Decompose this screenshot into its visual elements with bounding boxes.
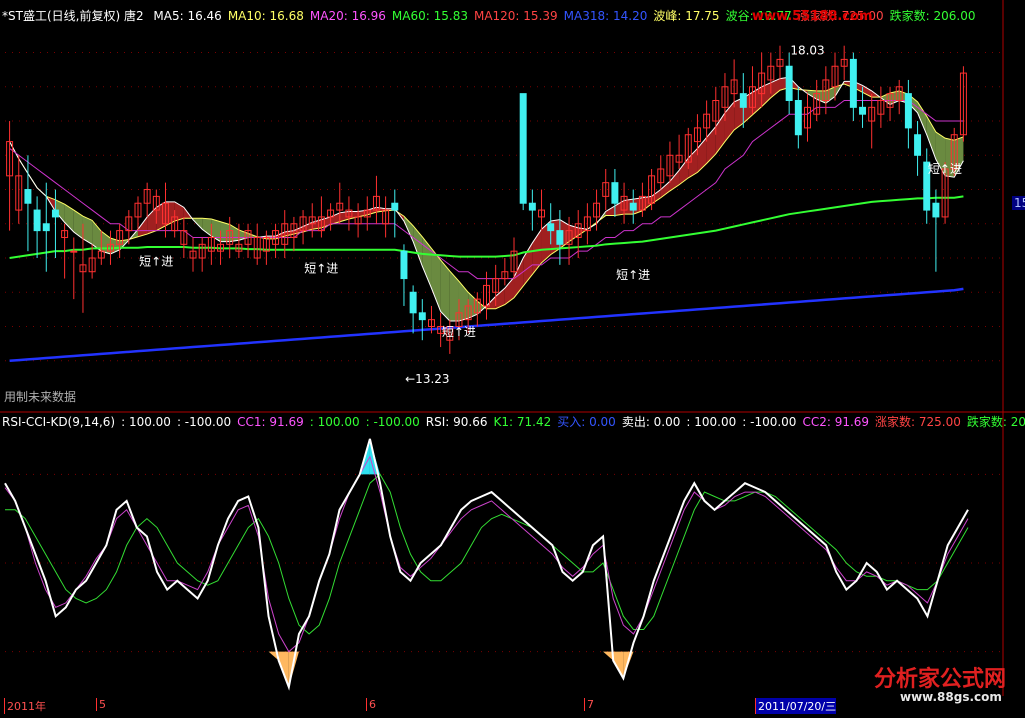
candle-body (849, 58, 857, 108)
osc-value-11: : -100.00 (742, 415, 797, 429)
ma-band (651, 189, 661, 204)
osc-value-9: 卖出: 0.00 (621, 415, 681, 429)
candle-body (42, 223, 50, 232)
candle-body (556, 230, 564, 245)
candle-body (914, 134, 922, 156)
ma-value-2: MA20: 16.96 (309, 9, 386, 23)
osc-value-2: : -100.00 (176, 415, 232, 429)
ma-value-3: MA60: 15.83 (391, 9, 468, 23)
chart-annotation-4: 短↑进 (928, 162, 962, 176)
date-label-0: 2011年 (4, 698, 46, 714)
ma-value-4: MA120: 15.39 (473, 9, 558, 23)
ma-band (770, 78, 780, 98)
ma-band (862, 85, 872, 98)
chart-annotation-2: 短↑进 (442, 325, 476, 339)
candle-body (547, 223, 555, 232)
osc-value-14: 跌家数: 206.00 (966, 415, 1025, 429)
right-edge-value: 15 (1012, 196, 1025, 210)
osc-value-12: CC2: 91.69 (802, 415, 870, 429)
osc-value-10: : 100.00 (686, 415, 737, 429)
ma-value-9: 跌家数: 206.00 (889, 9, 976, 23)
rsi-line (4, 438, 969, 691)
candle-body (400, 250, 408, 280)
candle-body (859, 106, 867, 115)
date-label-2: 6 (366, 698, 376, 711)
candle-body (418, 312, 426, 321)
k1-line (5, 473, 969, 635)
candle-body (794, 99, 802, 136)
chart-stage[interactable]: 短↑进 短↑进 短↑进 短↑进 短↑进 18.03 ←13.23 *ST盛工(日线,前复权)… (0, 0, 1025, 714)
osc-value-6: RSI: 90.66 (425, 415, 488, 429)
chart-annotation-0: 短↑进 (139, 254, 173, 268)
ma-band (660, 181, 670, 198)
chart-annotation-6: ←13.23 (405, 372, 449, 386)
ma-band (220, 221, 230, 242)
chart-annotation-5: 18.03 (790, 43, 824, 57)
candle-body (51, 209, 59, 218)
osc-value-3: CC1: 91.69 (237, 415, 304, 429)
ma-band (917, 101, 927, 135)
osc-value-8: 买入: 0.00 (557, 415, 616, 429)
ma-band (73, 210, 83, 239)
candle-body (528, 202, 536, 211)
ma-band (202, 218, 212, 237)
site-watermark: www.55188.com (752, 9, 873, 24)
candle-body (739, 93, 747, 108)
ma-band (147, 207, 157, 235)
candle-body (409, 291, 417, 314)
ma-value-1: MA10: 16.68 (227, 9, 304, 23)
date-label-1: 5 (96, 698, 106, 711)
brand-name: 分析家公式网 (874, 667, 1007, 692)
stock-title: *ST盛工(日线,前复权) 唐2 (2, 9, 144, 23)
stock-chart[interactable]: 短↑进 短↑进短↑进短↑进短↑进18.03←13.23 (0, 0, 1025, 714)
candle-body (904, 93, 912, 129)
future-data-note: 用制未来数据 (4, 390, 77, 404)
ma-value-5: MA318: 14.20 (563, 9, 648, 23)
date-label-3: 7 (584, 698, 594, 711)
ma-band (211, 218, 221, 242)
osc-value-7: K1: 71.42 (493, 415, 552, 429)
osc-value-1: : 100.00 (121, 415, 171, 429)
chart-annotation-3: 短↑进 (616, 268, 650, 282)
candle-body (932, 202, 940, 218)
candle-body (70, 250, 78, 253)
ma-band (92, 220, 102, 252)
ma-value-6: 波峰: 17.75 (653, 9, 720, 23)
oscillator-header: RSI-CCI-KD(9,14,6) : 100.00 : -100.00 CC1: … (2, 415, 1025, 429)
chart-annotation-1: 短↑进 (304, 261, 338, 275)
candle-body (24, 189, 32, 204)
cc1-line (4, 455, 969, 653)
candle-body (629, 202, 637, 211)
ma-value-0: MA5: 16.46 (153, 9, 222, 23)
osc-value-13: 涨家数: 725.00 (875, 415, 961, 429)
ma-band (504, 277, 515, 305)
candle-body (33, 209, 41, 232)
ma-band (422, 236, 432, 289)
date-axis: 2011年 5 6 7 2011/07/20/三 (0, 696, 1025, 714)
candle-body (519, 93, 527, 204)
date-label-4: 2011/07/20/三 (755, 698, 837, 714)
osc-value-0: RSI-CCI-KD(9,14,6) (2, 415, 116, 429)
osc-value-4: : 100.00 (309, 415, 360, 429)
osc-value-5: : -100.00 (365, 415, 420, 429)
brand-url: www.88gs.com (900, 690, 1002, 704)
candle-body (611, 182, 619, 204)
ma-band (449, 271, 459, 322)
candle-body (391, 202, 399, 211)
candle-body (785, 65, 793, 101)
